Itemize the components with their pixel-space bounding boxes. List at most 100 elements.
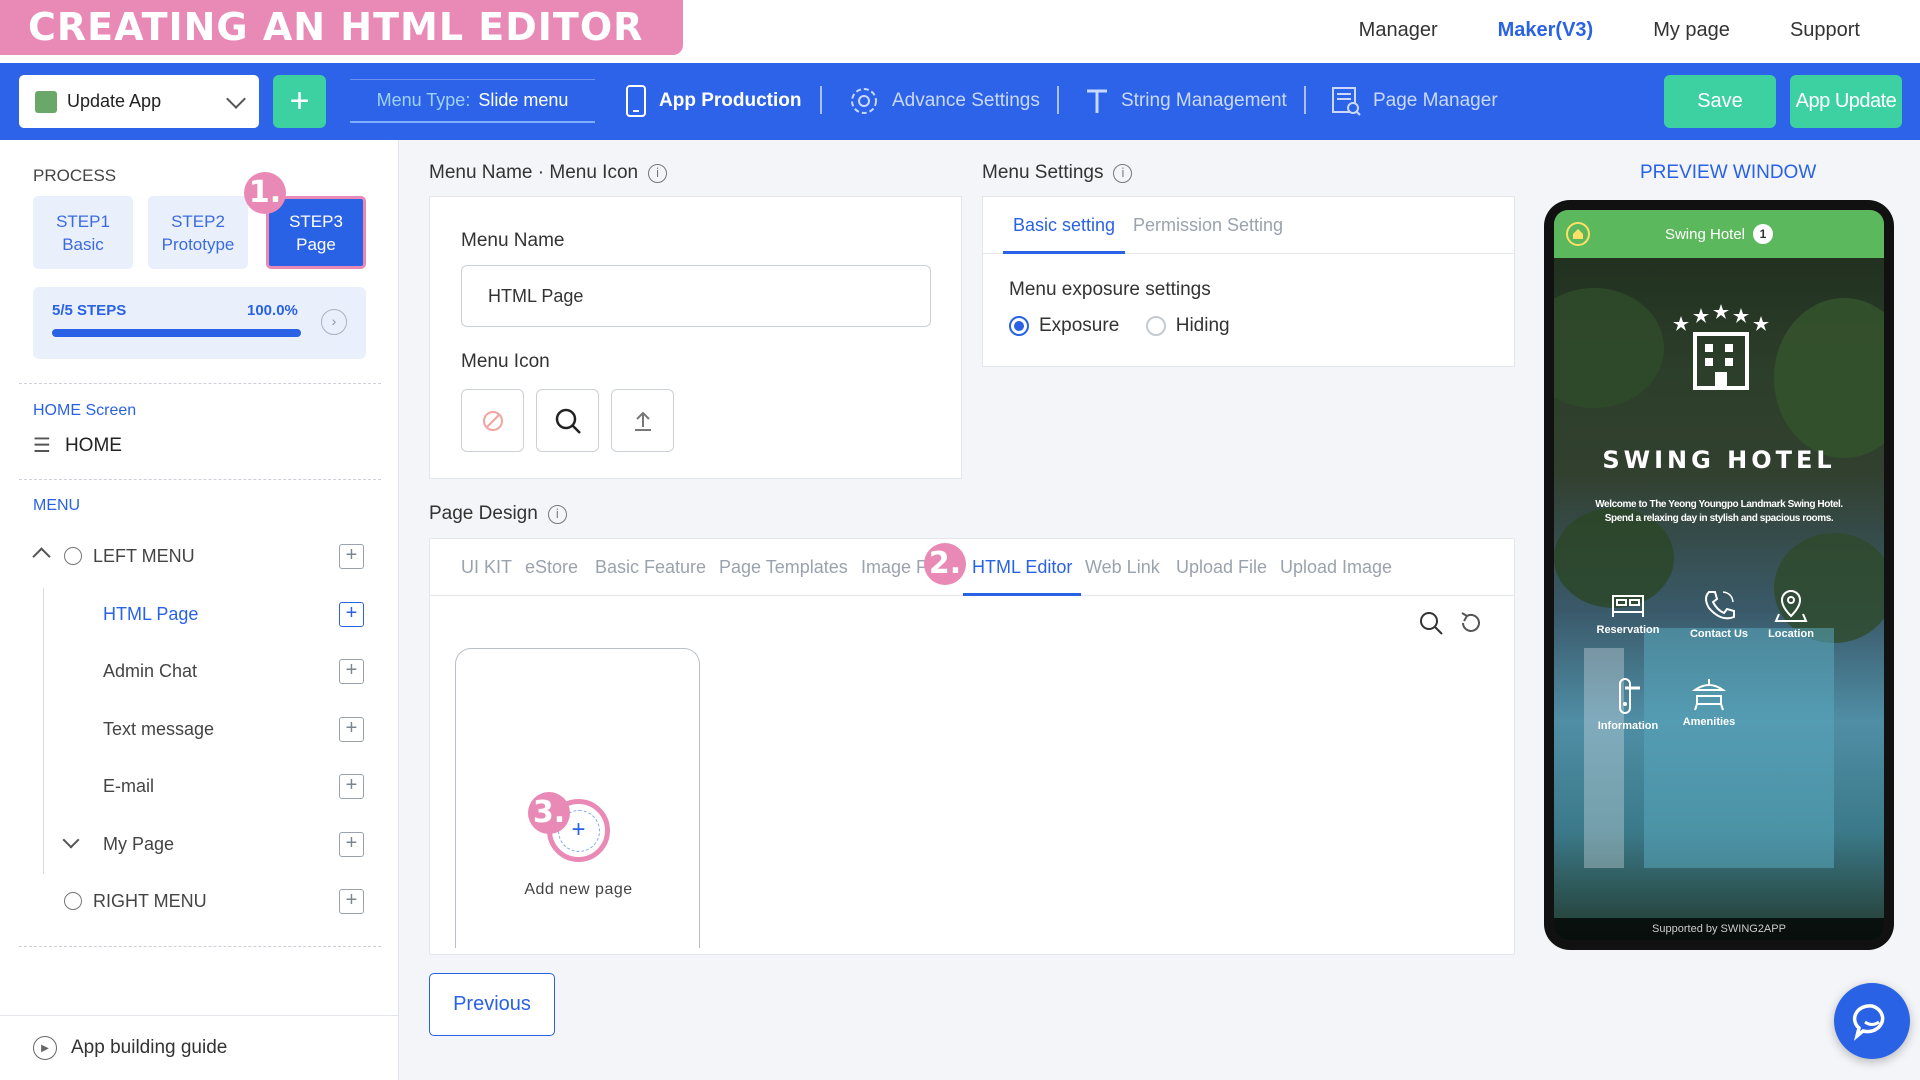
refresh-icon[interactable]: [1457, 609, 1485, 637]
preview-screen: Swing Hotel 1 SWING HOTEL Welcome to The…: [1554, 210, 1884, 940]
advance-settings-label: Advance Settings: [892, 90, 1040, 111]
exposure-radio-group: Exposure Hiding: [1009, 315, 1252, 341]
tab-estore[interactable]: eStore: [525, 539, 578, 596]
nav-support[interactable]: Support: [1790, 19, 1860, 42]
reservation-shortcut[interactable]: Reservation: [1583, 590, 1673, 636]
new-page-card[interactable]: + Add new page: [455, 648, 700, 948]
search-icon[interactable]: [1417, 609, 1445, 637]
radio-hiding[interactable]: Hiding: [1145, 315, 1230, 337]
app-select-dropdown[interactable]: Update App: [19, 75, 259, 128]
shortcut-label: Information: [1597, 720, 1659, 732]
left-menu-group[interactable]: LEFT MENU +: [0, 536, 399, 576]
page-manager-tab[interactable]: Page Manager: [1331, 83, 1498, 119]
add-submenu-button[interactable]: +: [339, 601, 364, 627]
tab-upload-image[interactable]: Upload Image: [1280, 539, 1392, 596]
app-production-label: App Production: [659, 90, 802, 111]
add-app-button[interactable]: +: [273, 75, 326, 128]
toolbar-divider: [1304, 86, 1306, 114]
tab-web-link[interactable]: Web Link: [1085, 539, 1160, 596]
tab-ui-kit[interactable]: UI KIT: [461, 539, 512, 596]
shortcut-label: Amenities: [1682, 716, 1736, 728]
tab-basic-feature[interactable]: Basic Feature: [595, 539, 706, 596]
location-shortcut[interactable]: Location: [1746, 588, 1836, 640]
amenities-shortcut[interactable]: Amenities: [1664, 676, 1754, 728]
add-submenu-button[interactable]: +: [339, 716, 364, 742]
toolbar-divider: [820, 86, 822, 114]
upload-icon-button[interactable]: [611, 389, 674, 452]
exposure-settings-label: Menu exposure settings: [1009, 279, 1211, 300]
progress-steps-text: 5/5 STEPS: [52, 302, 127, 319]
sidebar: PROCESS STEP1 Basic STEP2 Prototype STEP…: [0, 140, 399, 1080]
section-title-text: Page Design: [429, 503, 538, 524]
preview-header-title: Swing Hotel: [1664, 225, 1746, 243]
right-menu-group[interactable]: RIGHT MENU +: [0, 881, 399, 921]
add-submenu-button[interactable]: +: [339, 658, 364, 684]
menu-name-input[interactable]: HTML Page: [461, 265, 931, 327]
add-menu-button[interactable]: +: [339, 543, 364, 569]
settings-tabs: Basic setting Permission Setting: [983, 197, 1514, 254]
nav-my-page[interactable]: My page: [1653, 19, 1730, 42]
tab-html-editor[interactable]: HTML Editor: [963, 539, 1082, 596]
radio-dot: [1009, 316, 1029, 336]
previous-button[interactable]: Previous: [429, 973, 555, 1036]
menu-name-label: Menu Name: [461, 230, 565, 251]
chevron-down-icon[interactable]: [62, 831, 80, 849]
information-shortcut[interactable]: Information: [1583, 676, 1673, 732]
step-number: STEP2: [171, 212, 225, 231]
nav-maker[interactable]: Maker(V3): [1498, 19, 1594, 42]
chat-support-button[interactable]: [1834, 983, 1910, 1059]
process-label: PROCESS: [33, 166, 117, 185]
tab-permission-setting[interactable]: Permission Setting: [1133, 197, 1283, 254]
preview-header: Swing Hotel 1: [1554, 210, 1884, 258]
menu-type-selector[interactable]: Menu Type: Slide menu: [350, 79, 595, 123]
divider: [19, 479, 381, 480]
home-item[interactable]: ☰ HOME: [33, 433, 122, 458]
chevron-up-icon[interactable]: [32, 547, 51, 566]
step2-button[interactable]: STEP2 Prototype: [148, 196, 248, 269]
app-production-tab[interactable]: App Production: [625, 83, 801, 119]
app-building-guide[interactable]: ▶ App building guide: [0, 1015, 399, 1080]
menu-item-label: HTML Page: [103, 603, 199, 624]
main-toolbar: Update App + Menu Type: Slide menu App P…: [0, 63, 1920, 140]
phone-icon: [625, 85, 647, 117]
menu-item-html-page[interactable]: HTML Page +: [0, 594, 399, 634]
info-icon[interactable]: i: [1113, 163, 1133, 183]
tab-page-templates[interactable]: Page Templates: [719, 539, 848, 596]
menu-group-icon: [64, 547, 82, 565]
no-icon-button[interactable]: [461, 389, 524, 452]
menu-item-my-page[interactable]: My Page +: [0, 824, 399, 864]
progress-bar: [52, 329, 301, 337]
tab-upload-file[interactable]: Upload File: [1176, 539, 1267, 596]
step1-button[interactable]: STEP1 Basic: [33, 196, 133, 269]
nav-manager[interactable]: Manager: [1359, 19, 1438, 42]
tab-basic-setting[interactable]: Basic setting: [1003, 197, 1126, 254]
tutorial-badge-1: 1.: [244, 172, 286, 214]
add-menu-button[interactable]: +: [339, 888, 364, 914]
menu-item-admin-chat[interactable]: Admin Chat +: [0, 651, 399, 691]
info-icon[interactable]: i: [648, 163, 668, 183]
string-management-tab[interactable]: String Management: [1085, 83, 1287, 119]
radio-label: Hiding: [1175, 315, 1230, 336]
tab-image-page[interactable]: Image P: [861, 539, 928, 596]
radio-exposure[interactable]: Exposure: [1009, 315, 1119, 337]
add-submenu-button[interactable]: +: [339, 773, 364, 799]
info-icon[interactable]: i: [547, 504, 567, 524]
top-bar: CREATING AN HTML EDITOR PAGE Manager Mak…: [0, 0, 1920, 104]
door-handle-icon: [1619, 678, 1640, 714]
menu-icon-label: Menu Icon: [461, 351, 550, 372]
save-button[interactable]: Save: [1664, 75, 1776, 128]
progress-bar-fill: [52, 329, 301, 337]
menu-settings-card: Basic setting Permission Setting Menu ex…: [982, 196, 1515, 367]
chevron-right-circle-icon[interactable]: ›: [321, 309, 347, 335]
add-submenu-button[interactable]: +: [339, 831, 364, 857]
play-circle-icon: ▶: [33, 1036, 57, 1060]
menu-section-label: MENU: [33, 497, 81, 514]
menu-type-label: Menu Type:: [376, 90, 471, 110]
radio-label: Exposure: [1039, 315, 1120, 336]
menu-item-text-message[interactable]: Text message +: [0, 709, 399, 749]
advance-settings-tab[interactable]: Advance Settings: [848, 83, 1040, 119]
menu-item-email[interactable]: E-mail +: [0, 766, 399, 806]
step3-button[interactable]: STEP3 Page: [266, 196, 366, 269]
search-icon-button[interactable]: [536, 389, 599, 452]
app-update-button[interactable]: App Update: [1790, 75, 1902, 128]
